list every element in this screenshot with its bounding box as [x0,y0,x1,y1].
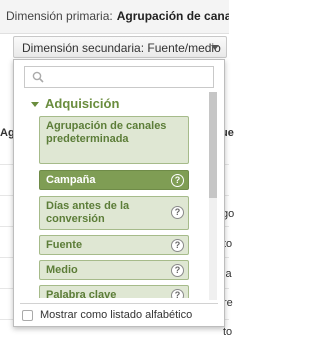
dimension-item-campana[interactable]: Campaña ? [39,170,189,190]
dimension-item-label: Días antes de la conversión [46,200,130,225]
dimension-item-fuente[interactable]: Fuente ? [39,235,189,255]
alphabetical-label[interactable]: Mostrar como listado alfabético [40,309,192,321]
dimension-item-palabra-clave[interactable]: Palabra clave ? [39,285,189,298]
table-cell: to [223,326,233,338]
group-label: Adquisición [45,96,120,111]
dimension-item-label: Medio [46,264,78,276]
primary-dimension-value[interactable]: Agrupación de canales M [117,9,229,23]
help-icon[interactable]: ? [171,239,184,252]
list-scrollbar[interactable] [209,92,217,300]
dimension-search-input[interactable] [24,66,214,88]
help-icon[interactable]: ? [171,264,184,277]
help-icon[interactable]: ? [171,206,184,219]
scrollbar-thumb[interactable] [209,92,217,198]
dimension-item-label: Agrupación de canales predeterminada [46,120,167,145]
dimension-item-medio[interactable]: Medio ? [39,260,189,280]
alphabetical-checkbox[interactable] [22,310,33,321]
caret-down-icon [31,102,39,108]
help-icon[interactable]: ? [171,289,184,298]
chevron-down-icon [211,45,219,50]
dimension-item-label: Fuente [46,239,83,251]
primary-dimension-label: Dimensión primaria: [6,9,113,23]
group-header-adquisicion[interactable]: Adquisición [31,96,119,111]
help-icon[interactable]: ? [171,174,184,187]
secondary-dimension-label: Dimensión secundaria: Fuente/medio [22,41,221,55]
primary-dimension-bar: Dimensión primaria: Agrupación de canales… [0,0,229,34]
dimension-picker-popup: Adquisición Agrupación de canales predet… [13,59,225,327]
footer-divider [20,303,218,304]
dimension-item-dias-antes-conversion[interactable]: Días antes de la conversión ? [39,196,189,230]
dimension-item-agrupacion-canales[interactable]: Agrupación de canales predeterminada [39,116,189,164]
secondary-dimension-button[interactable]: Dimensión secundaria: Fuente/medio [13,36,227,58]
dimension-item-label: Palabra clave [46,289,117,298]
dimension-list: Adquisición Agrupación de canales predet… [14,92,212,298]
dimension-item-label: Campaña [46,174,96,186]
search-icon [32,71,44,83]
